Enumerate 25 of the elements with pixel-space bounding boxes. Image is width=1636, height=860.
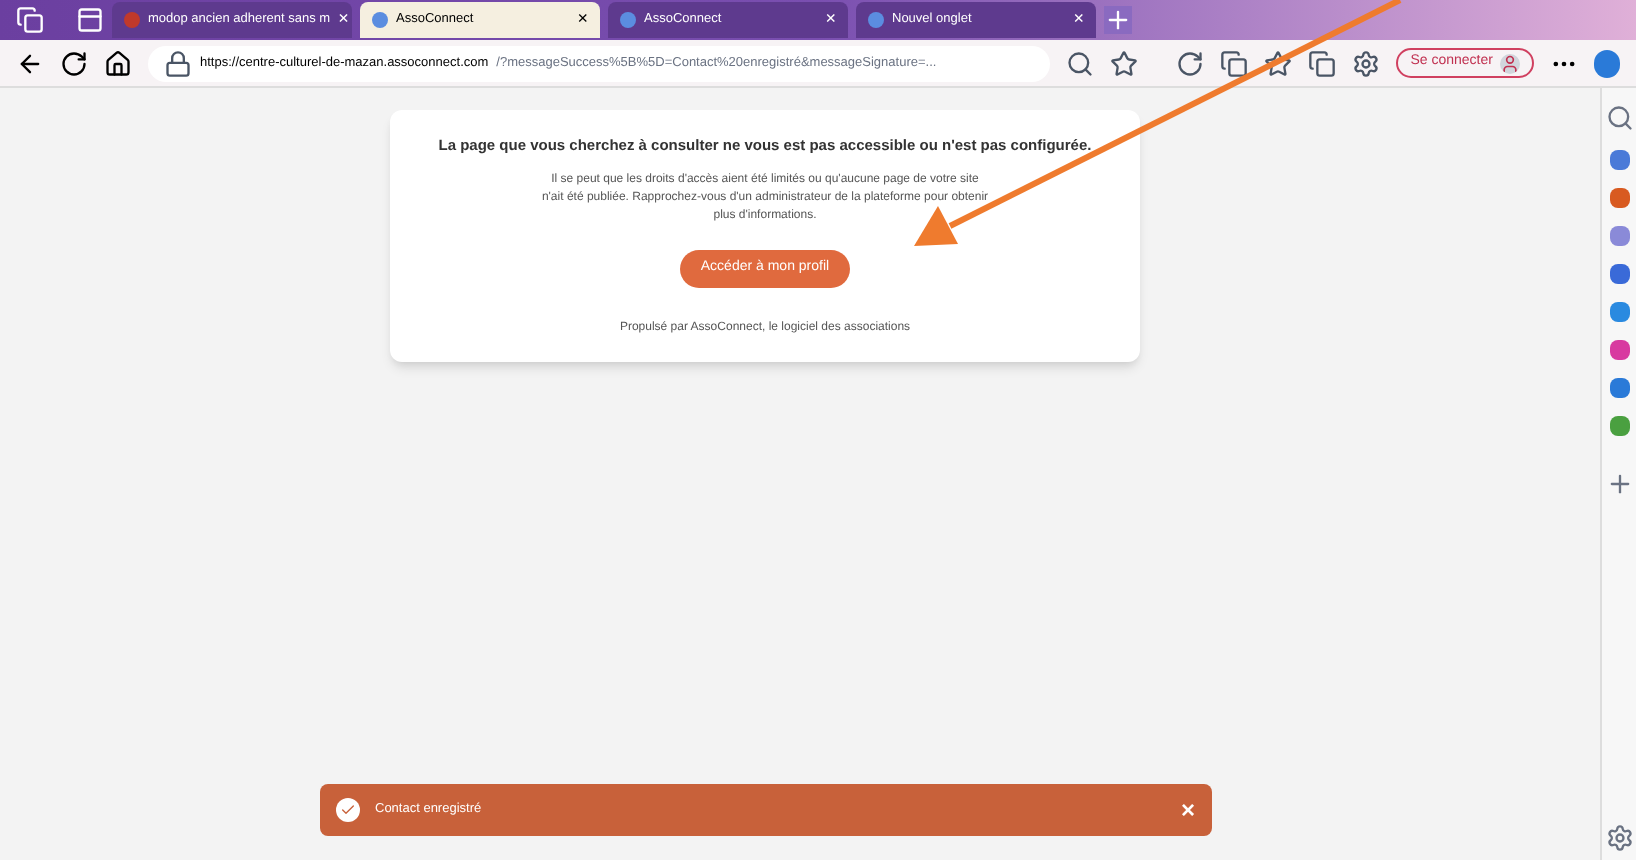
tab-actions-icon[interactable] (76, 6, 104, 34)
lock-icon[interactable] (164, 49, 192, 77)
zoom-icon[interactable] (1065, 49, 1094, 77)
home-icon[interactable] (104, 49, 132, 77)
favorite-icon[interactable] (1109, 49, 1138, 77)
tab-favicon-icon (124, 12, 140, 28)
profile-icon (1500, 53, 1521, 73)
settings-icon[interactable] (1605, 824, 1633, 852)
favorites-icon[interactable] (1264, 49, 1293, 77)
search-icon[interactable] (1605, 104, 1633, 132)
toast-close-button[interactable]: × (1180, 792, 1195, 828)
tab-close-button[interactable]: × (577, 6, 588, 34)
copilot-icon[interactable] (1594, 49, 1621, 77)
back-icon[interactable] (16, 49, 44, 77)
tab-close-button[interactable]: × (1073, 6, 1084, 34)
add-icon[interactable] (1605, 470, 1633, 498)
check-icon (335, 798, 359, 822)
tab-favicon-icon (372, 12, 388, 28)
tab-close-button[interactable]: × (825, 6, 836, 34)
reload-icon[interactable] (60, 49, 88, 77)
tab-close-button[interactable]: × (338, 6, 349, 34)
tab-favicon-icon (620, 12, 636, 28)
workspaces-icon[interactable] (16, 6, 44, 34)
tab-favicon-icon (868, 12, 884, 28)
new-tab-icon[interactable] (1104, 6, 1132, 34)
